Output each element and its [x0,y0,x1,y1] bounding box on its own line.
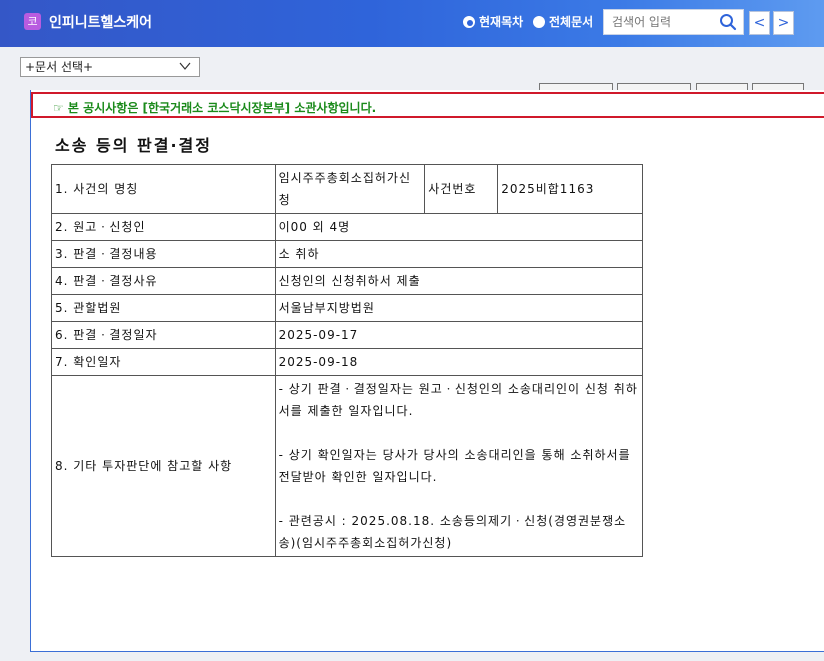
row-label: 1. 사건의 명칭 [51,164,276,214]
row-label: 2. 원고ㆍ신청인 [51,213,276,241]
case-number-value: 2025비합1163 [497,164,643,214]
search-box [603,9,744,35]
table-row: 4. 판결ㆍ결정사유 신청인의 신청취하서 제출 [51,267,644,295]
table-row: 7. 확인일자 2025-09-18 [51,348,644,376]
row-label: 8. 기타 투자판단에 참고할 사항 [51,375,276,557]
row-value: 신청인의 신청취하서 제출 [274,267,644,295]
row-value: 이00 외 4명 [274,213,644,241]
company-logo-icon: 코 [24,13,41,30]
row-label: 3. 판결ㆍ결정내용 [51,240,276,268]
radio-all-documents[interactable]: 전체문서 [533,13,593,30]
radio-selected-icon [463,15,475,28]
table-row: 5. 관할법원 서울남부지방법원 [51,294,644,322]
next-button[interactable]: > [773,11,794,35]
prev-button[interactable]: < [749,11,770,35]
radio-current-section[interactable]: 현재목차 [463,13,523,30]
row-value: 소 취하 [274,240,644,268]
table-row: 8. 기타 투자판단에 참고할 사항 - 상기 판결ㆍ결정일자는 원고ㆍ신청인의… [51,375,644,557]
chevron-down-icon [179,62,191,70]
row-value: 2025-09-17 [274,321,644,349]
case-number-label: 사건번호 [424,164,499,214]
document-title: 소송 등의 판결·결정 [55,136,212,155]
row-label: 7. 확인일자 [51,348,276,376]
notice-banner: ☞ 본 공시사항은 [한국거래소 코스닥시장본부] 소관사항입니다. [31,92,824,118]
notice-text: ☞ 본 공시사항은 [한국거래소 코스닥시장본부] 소관사항입니다. [53,101,377,115]
table-row: 3. 판결ㆍ결정내용 소 취하 [51,240,644,268]
row-value: - 상기 판결ㆍ결정일자는 원고ㆍ신청인의 소송대리인이 신청 취하서를 제출한… [274,375,644,557]
disclosure-table: 1. 사건의 명칭 임시주주총회소집허가신청 사건번호 2025비합1163 2… [51,164,644,557]
row-label: 4. 판결ㆍ결정사유 [51,267,276,295]
radio-current-label: 현재목차 [479,15,524,29]
company-name: 인피니트헬스케어 [49,15,153,31]
note-paragraph-1: - 상기 판결ㆍ결정일자는 원고ㆍ신청인의 소송대리인이 신청 취하서를 제출한… [278,382,638,418]
table-row: 6. 판결ㆍ결정일자 2025-09-17 [51,321,644,349]
top-bar: 코 인피니트헬스케어 현재목차 전체문서 < > [0,0,824,47]
table-row: 2. 원고ㆍ신청인 이00 외 4명 [51,213,644,241]
row-value: 서울남부지방법원 [274,294,644,322]
row-value: 임시주주총회소집허가신청 [274,164,426,214]
document-select-value: +문서 선택+ [25,60,94,74]
row-value: 2025-09-18 [274,348,644,376]
radio-unselected-icon [533,15,545,28]
note-paragraph-3: - 관련공시 : 2025.08.18. 소송등의제기ㆍ신청(경영권분쟁소송)(… [278,514,627,550]
row-label: 5. 관할법원 [51,294,276,322]
search-input[interactable] [604,10,712,34]
note-paragraph-2: - 상기 확인일자는 당사가 당사의 소송대리인을 통해 소취하서를 전달받아 … [278,448,636,484]
document-select[interactable]: +문서 선택+ [20,57,200,77]
table-row: 1. 사건의 명칭 임시주주총회소집허가신청 사건번호 2025비합1163 [51,164,643,214]
radio-all-label: 전체문서 [549,15,594,29]
row-label: 6. 판결ㆍ결정일자 [51,321,276,349]
search-icon[interactable] [719,13,737,31]
